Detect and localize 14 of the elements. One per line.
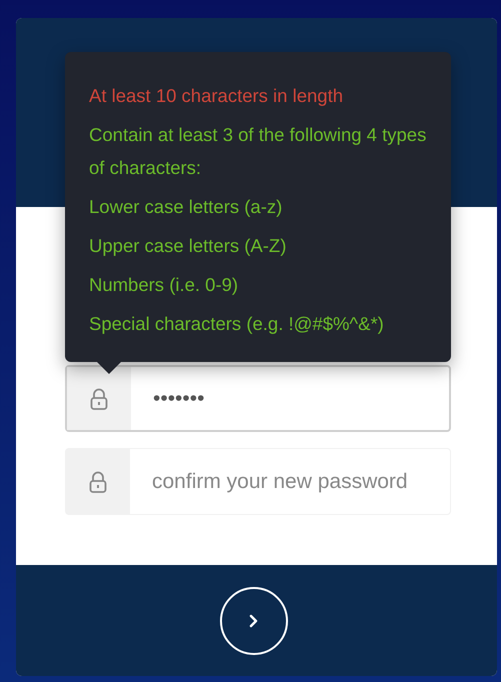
password-field[interactable]: confirm your new password [65,448,451,515]
lock-icon [90,388,108,410]
rule-text: Special characters (e.g. !@#$%^&*) [89,312,385,336]
rule-text: Numbers (i.e. 0-9) [89,273,240,297]
rule-text: Lower case letters (a-z) [89,195,284,219]
password-input[interactable]: ••••••• [131,367,449,430]
next-button[interactable] [220,586,288,654]
lock-icon [89,470,107,492]
rule-text: Upper case letters (A-Z) [89,234,288,258]
chevron-right-icon [248,614,258,628]
rule-text: At least 10 characters in length [89,84,344,108]
rule-text: Contain at least 3 of the following 4 types of characters: [89,123,428,180]
password-field[interactable]: ••••••• [65,365,451,432]
password-input[interactable]: confirm your new password [130,449,450,514]
